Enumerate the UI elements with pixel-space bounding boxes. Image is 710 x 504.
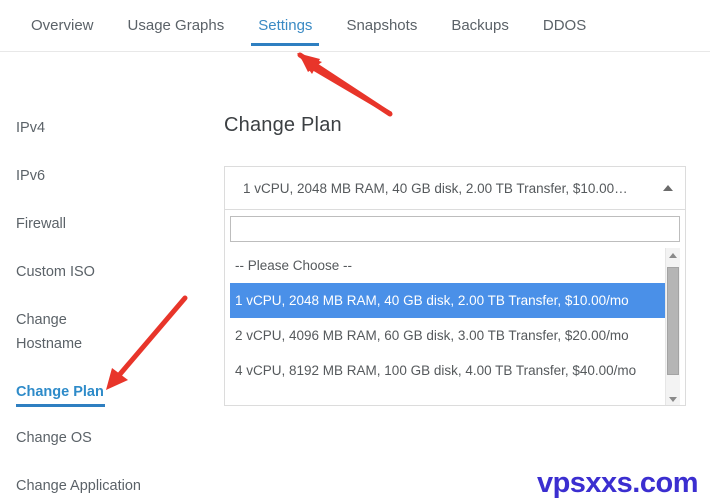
plan-search-input[interactable]: [230, 216, 680, 242]
sidebar-item-ipv6-label: IPv6: [16, 168, 46, 184]
sidebar-item-firewall-label: Firewall: [16, 216, 66, 232]
sidebar-item-change-hostname[interactable]: Change Hostname: [0, 308, 120, 356]
plan-list-scrollbar[interactable]: [665, 248, 680, 405]
tab-snapshots[interactable]: Snapshots: [329, 0, 434, 52]
sidebar-item-change-plan[interactable]: Change Plan: [0, 380, 120, 404]
tab-usage-graphs[interactable]: Usage Graphs: [111, 0, 242, 52]
sidebar-item-change-os[interactable]: Change OS: [0, 426, 108, 450]
plan-select-selected-label: 1 vCPU, 2048 MB RAM, 40 GB disk, 2.00 TB…: [243, 180, 628, 196]
tab-overview[interactable]: Overview: [14, 0, 111, 52]
sidebar-item-ipv4[interactable]: IPv4: [0, 116, 61, 140]
settings-sidebar: IPv4 IPv6 Firewall Custom ISO Change Hos…: [0, 52, 215, 504]
sidebar-item-custom-iso-label: Custom ISO: [16, 264, 95, 280]
plan-option-1vcpu[interactable]: 1 vCPU, 2048 MB RAM, 40 GB disk, 2.00 TB…: [230, 283, 680, 318]
tab-snapshots-label: Snapshots: [346, 17, 418, 34]
tab-ddos-label: DDOS: [542, 17, 587, 34]
change-plan-select: 1 vCPU, 2048 MB RAM, 40 GB disk, 2.00 TB…: [224, 166, 686, 406]
sidebar-item-ipv6[interactable]: IPv6: [0, 164, 61, 188]
chevron-up-icon: [663, 185, 673, 191]
plan-option-list: -- Please Choose -- 1 vCPU, 2048 MB RAM,…: [230, 248, 680, 405]
plan-option-placeholder-label: -- Please Choose --: [235, 258, 353, 273]
plan-option-placeholder[interactable]: -- Please Choose --: [230, 248, 680, 283]
plan-option-2vcpu[interactable]: 2 vCPU, 4096 MB RAM, 60 GB disk, 3.00 TB…: [230, 318, 680, 353]
sidebar-item-change-hostname-label: Change Hostname: [16, 312, 83, 352]
page-title: Change Plan: [224, 114, 342, 136]
sidebar-item-change-os-label: Change OS: [16, 430, 92, 446]
tab-usage-graphs-label: Usage Graphs: [127, 17, 225, 34]
sidebar-item-ipv4-label: IPv4: [16, 120, 46, 136]
tab-list: Overview Usage Graphs Settings Snapshots…: [14, 0, 603, 52]
scroll-up-arrow-icon[interactable]: [666, 248, 680, 263]
sidebar-item-firewall[interactable]: Firewall: [0, 212, 82, 236]
sidebar-item-change-application-label: Change Application: [16, 478, 141, 494]
plan-option-2vcpu-label: 2 vCPU, 4096 MB RAM, 60 GB disk, 3.00 TB…: [235, 328, 629, 343]
tab-backups-label: Backups: [451, 17, 509, 34]
scroll-down-arrow-icon[interactable]: [666, 391, 680, 405]
tab-ddos[interactable]: DDOS: [526, 0, 603, 52]
tab-settings-label: Settings: [258, 17, 313, 34]
plan-select-dropdown: -- Please Choose -- 1 vCPU, 2048 MB RAM,…: [224, 210, 686, 406]
sidebar-item-change-application[interactable]: Change Application: [0, 474, 157, 498]
sidebar-item-custom-iso[interactable]: Custom ISO: [0, 260, 111, 284]
tab-settings[interactable]: Settings: [241, 0, 329, 52]
primary-tab-bar: Overview Usage Graphs Settings Snapshots…: [0, 0, 710, 52]
sidebar-active-underline: [16, 404, 105, 407]
main-content: Change Plan 1 vCPU, 2048 MB RAM, 40 GB d…: [215, 52, 710, 504]
scrollbar-thumb[interactable]: [667, 267, 679, 375]
tab-backups[interactable]: Backups: [434, 0, 526, 52]
plan-option-1vcpu-label: 1 vCPU, 2048 MB RAM, 40 GB disk, 2.00 TB…: [235, 293, 629, 308]
sidebar-item-change-plan-label: Change Plan: [16, 384, 104, 400]
plan-option-4vcpu[interactable]: 4 vCPU, 8192 MB RAM, 100 GB disk, 4.00 T…: [230, 353, 680, 388]
plan-option-4vcpu-label: 4 vCPU, 8192 MB RAM, 100 GB disk, 4.00 T…: [235, 363, 637, 378]
tab-overview-label: Overview: [31, 17, 94, 34]
site-watermark: vpsxxs.com: [536, 467, 699, 499]
plan-select-trigger[interactable]: 1 vCPU, 2048 MB RAM, 40 GB disk, 2.00 TB…: [224, 166, 686, 210]
